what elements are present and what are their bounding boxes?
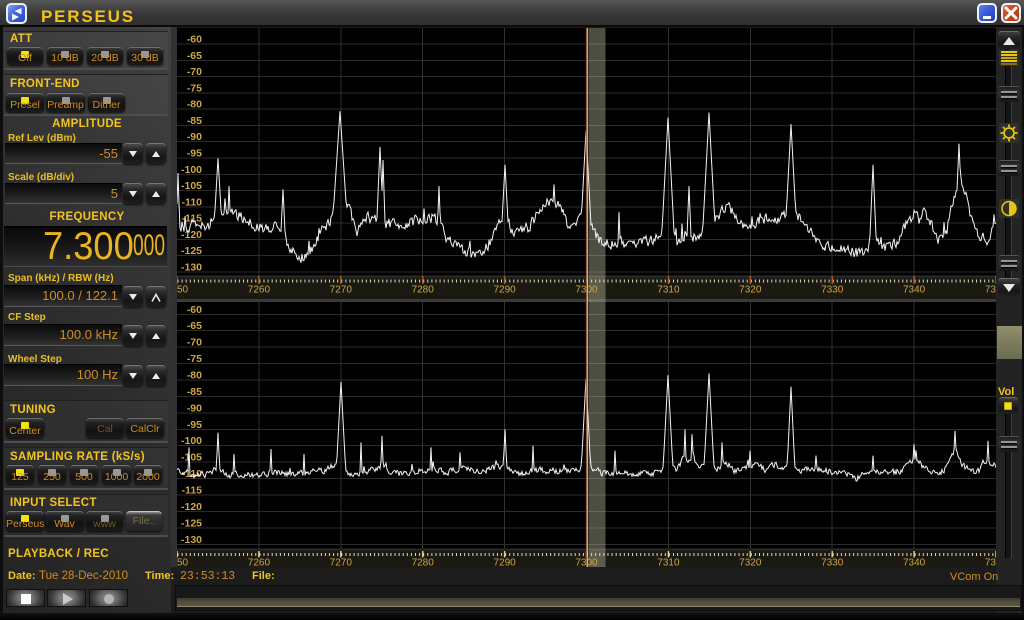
svg-text:-130: -130 xyxy=(181,534,202,546)
svg-text:-125: -125 xyxy=(181,245,202,257)
svg-text:7260: 7260 xyxy=(248,558,271,568)
svg-text:-95: -95 xyxy=(187,148,202,160)
svg-text:7280: 7280 xyxy=(412,285,435,296)
svg-text:-130: -130 xyxy=(181,262,202,274)
svg-text:7320: 7320 xyxy=(739,285,762,296)
svg-text:7250: 7250 xyxy=(177,558,189,568)
svg-text:7340: 7340 xyxy=(903,285,926,296)
svg-text:-120: -120 xyxy=(181,501,202,513)
svg-text:-85: -85 xyxy=(187,115,202,127)
svg-text:-90: -90 xyxy=(187,402,202,414)
svg-text:-65: -65 xyxy=(187,320,202,332)
svg-text:-75: -75 xyxy=(187,82,202,94)
svg-text:7340: 7340 xyxy=(903,558,926,568)
svg-text:7350: 7350 xyxy=(985,285,996,296)
svg-text:7290: 7290 xyxy=(493,285,516,296)
svg-text:7330: 7330 xyxy=(821,558,844,568)
svg-text:-100: -100 xyxy=(181,435,202,447)
svg-text:-125: -125 xyxy=(181,517,202,529)
svg-text:-105: -105 xyxy=(181,180,202,192)
svg-text:7280: 7280 xyxy=(412,558,435,568)
svg-text:-80: -80 xyxy=(187,370,202,382)
svg-text:7350: 7350 xyxy=(985,558,996,568)
svg-text:7330: 7330 xyxy=(821,285,844,296)
svg-text:-110: -110 xyxy=(182,196,203,208)
svg-text:-80: -80 xyxy=(187,99,202,111)
svg-text:-60: -60 xyxy=(187,34,202,46)
svg-text:-105: -105 xyxy=(181,452,202,464)
svg-text:-65: -65 xyxy=(187,50,202,62)
svg-text:-95: -95 xyxy=(187,419,202,431)
svg-text:7270: 7270 xyxy=(330,285,353,296)
svg-text:7310: 7310 xyxy=(657,285,680,296)
svg-text:-60: -60 xyxy=(187,304,202,316)
svg-text:-90: -90 xyxy=(187,131,202,143)
svg-text:-75: -75 xyxy=(187,353,202,365)
svg-text:-100: -100 xyxy=(181,164,202,176)
svg-text:-85: -85 xyxy=(187,386,202,398)
svg-text:7320: 7320 xyxy=(739,558,762,568)
svg-text:7250: 7250 xyxy=(177,285,189,296)
svg-text:-115: -115 xyxy=(182,485,203,497)
svg-text:7270: 7270 xyxy=(330,558,353,568)
svg-text:7290: 7290 xyxy=(493,558,516,568)
svg-text:7260: 7260 xyxy=(248,285,271,296)
svg-text:-70: -70 xyxy=(187,337,202,349)
svg-text:7310: 7310 xyxy=(657,558,680,568)
svg-text:-70: -70 xyxy=(187,66,202,78)
